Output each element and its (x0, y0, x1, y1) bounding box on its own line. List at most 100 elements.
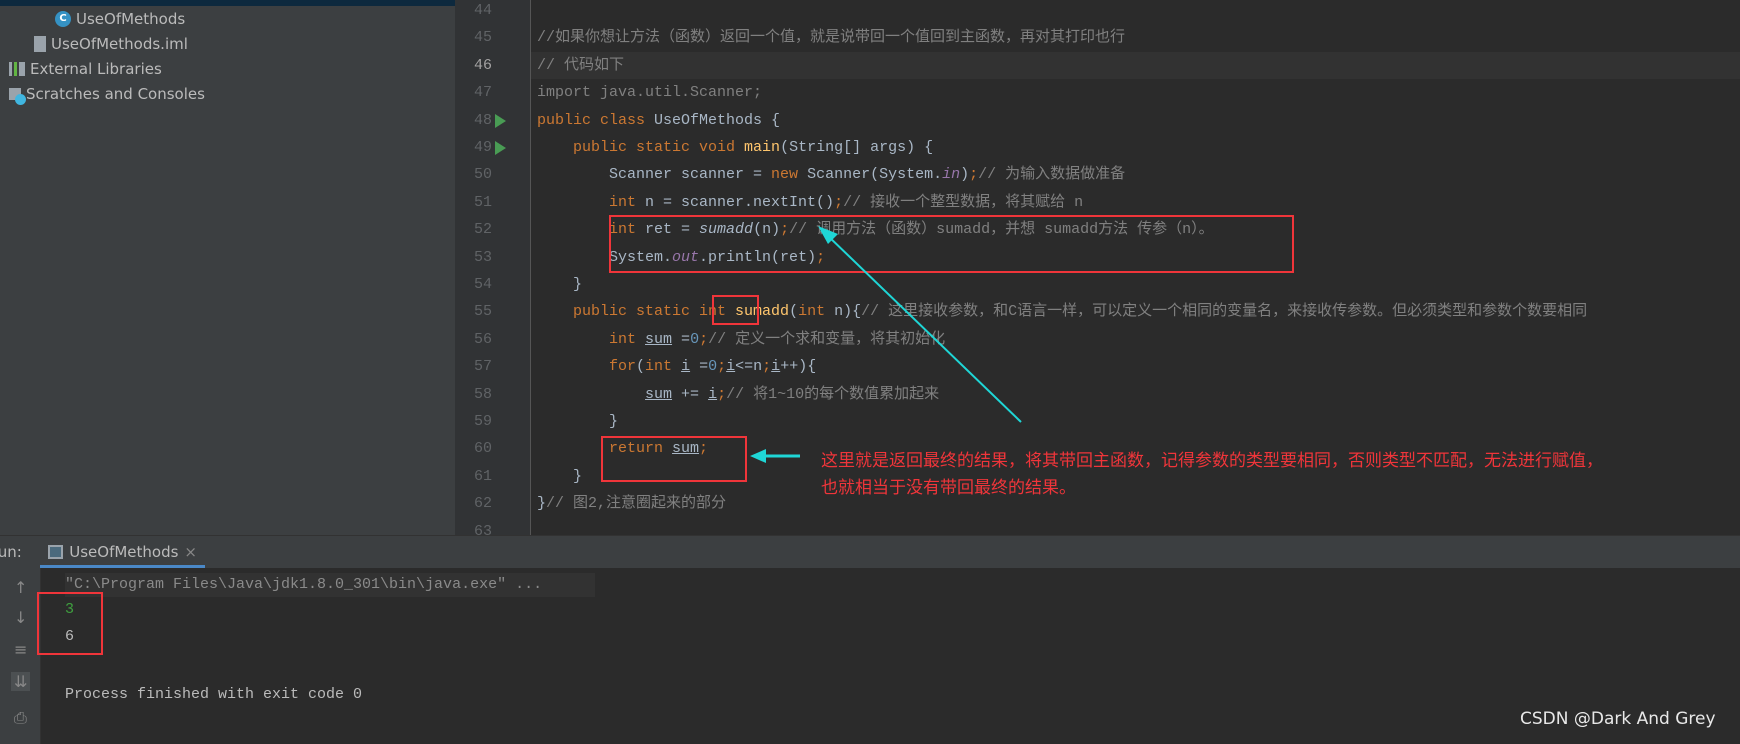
console-command: "C:\Program Files\Java\jdk1.8.0_301\bin\… (65, 573, 595, 597)
line-number: 58 (473, 385, 492, 403)
code-line[interactable]: }// 图2,注意圈起来的部分 (537, 490, 726, 517)
up-arrow-icon[interactable]: ↑ (14, 578, 27, 597)
code-token: } (537, 467, 583, 485)
line-number: 56 (473, 330, 492, 348)
code-token: ; (699, 330, 709, 348)
code-token: Scanner(System. (807, 166, 943, 184)
code-token: main (744, 139, 781, 156)
tree-item-scratches[interactable]: Scratches and Consoles (9, 82, 205, 106)
code-token: //如果你想让方法（函数）返回一个值，就是说带回一个值回到主函数，再对其打印也行 (537, 29, 1126, 47)
code-token: (String[] args) { (780, 139, 934, 156)
code-token: sum (645, 385, 673, 403)
tree-item-useofmethods-class[interactable]: C UseOfMethods (55, 7, 185, 31)
code-token: 0 (690, 330, 700, 348)
code-token: ; (717, 385, 727, 403)
line-number: 53 (473, 248, 492, 266)
highlight-box-call (609, 215, 1294, 273)
code-token: // 将1~10的每个数值累加起来 (726, 385, 940, 403)
code-token: n = scanner.nextInt() (645, 193, 835, 211)
line-number: 62 (473, 495, 492, 513)
code-line[interactable]: Scanner scanner = new Scanner(System.in)… (537, 161, 1125, 188)
annotation-line-2: 也就相当于没有带回最终的结果。 (821, 478, 1076, 498)
tree-item-label: External Libraries (30, 60, 162, 78)
line-number: 47 (473, 84, 492, 102)
code-line[interactable]: for(int i =0;i<=n;i++){ (537, 353, 816, 380)
scratches-icon (9, 88, 26, 105)
down-arrow-icon[interactable]: ↓ (14, 608, 27, 627)
line-number: 45 (473, 29, 492, 47)
code-line[interactable]: int sum =0;// 定义一个求和变量，将其初始化 (537, 326, 945, 353)
code-token: } (537, 413, 619, 430)
soft-wrap-icon[interactable]: ≡ (14, 640, 27, 659)
selected-row[interactable] (0, 0, 455, 6)
code-token: i (708, 385, 718, 403)
run-gutter-icon[interactable] (495, 113, 506, 128)
code-token: ; (834, 193, 844, 211)
tree-item-label: Scratches and Consoles (26, 85, 205, 103)
line-number: 50 (473, 166, 492, 184)
code-token: public class (537, 111, 655, 129)
run-tab-useofmethods[interactable]: UseOfMethods × (40, 538, 205, 568)
scroll-to-end-icon[interactable]: ⇊ (11, 672, 31, 691)
code-token: int (609, 330, 646, 348)
code-line[interactable]: public static void main(String[] args) { (537, 134, 933, 161)
code-token: ++){ (780, 358, 817, 376)
code-line[interactable]: import java.util.Scanner; (537, 79, 762, 106)
code-token: ) (960, 166, 970, 184)
run-label: Run: (0, 543, 22, 561)
code-line[interactable]: public class UseOfMethods { (537, 107, 780, 134)
java-class-icon: C (55, 11, 71, 27)
code-token: } (537, 276, 583, 293)
code-token: // 图2,注意圈起来的部分 (546, 495, 727, 513)
code-token: ; (969, 166, 979, 184)
code-token: i (726, 358, 736, 376)
code-line[interactable]: } (537, 408, 618, 435)
code-line[interactable]: sum += i;// 将1~10的每个数值累加起来 (537, 381, 939, 408)
project-tree: C UseOfMethods UseOfMethods.iml External … (0, 0, 455, 535)
tree-item-iml[interactable]: UseOfMethods.iml (34, 32, 188, 56)
code-line[interactable]: } (537, 271, 582, 298)
run-gutter-icon[interactable] (495, 141, 506, 155)
code-token: n){ (834, 303, 862, 321)
line-number: 48 (473, 111, 492, 129)
code-token: // 定义一个求和变量，将其初始化 (708, 330, 946, 348)
code-token: int (609, 193, 646, 211)
code-token: ; (717, 358, 727, 376)
code-line[interactable]: int n = scanner.nextInt();// 接收一个整型数据，将其… (537, 189, 1083, 216)
line-number: 52 (473, 221, 492, 239)
code-line[interactable]: } (537, 463, 582, 490)
line-number: 46 (473, 56, 492, 74)
code-token: in (942, 166, 961, 184)
code-line[interactable]: // 代码如下 (537, 52, 624, 79)
code-token: ( (636, 358, 646, 376)
code-token: Scanner scanner = (537, 166, 772, 184)
line-number: 54 (473, 276, 492, 293)
code-token: int (798, 303, 835, 321)
code-token: public static int (573, 303, 736, 321)
code-line[interactable]: //如果你想让方法（函数）返回一个值，就是说带回一个值回到主函数，再对其打印也行 (537, 24, 1125, 51)
annotation-line-1: 这里就是返回最终的结果，将其带回主函数，记得参数的类型要相同，否则类型不匹配，无… (821, 451, 1603, 471)
code-token: int (645, 358, 682, 376)
code-token: // 为输入数据做准备 (978, 166, 1126, 184)
code-token: i (771, 358, 781, 376)
close-icon[interactable]: × (184, 543, 197, 561)
line-number: 61 (473, 467, 492, 485)
code-token: = (672, 330, 691, 348)
line-number: 44 (473, 2, 492, 19)
code-token: += (672, 385, 709, 403)
code-token: ; (762, 358, 772, 376)
tree-item-external-libraries[interactable]: External Libraries (9, 57, 162, 81)
run-tab-label: UseOfMethods (69, 542, 179, 561)
print-icon[interactable]: ⎙ (14, 708, 27, 728)
tree-item-label: UseOfMethods.iml (51, 35, 188, 53)
code-token: i (681, 358, 691, 376)
line-number: 49 (473, 139, 492, 156)
code-token: import java.util.Scanner; (537, 84, 763, 102)
code-token: = (690, 358, 709, 376)
code-line[interactable]: public static int sumadd(int n){// 这里接收参… (537, 298, 1587, 325)
